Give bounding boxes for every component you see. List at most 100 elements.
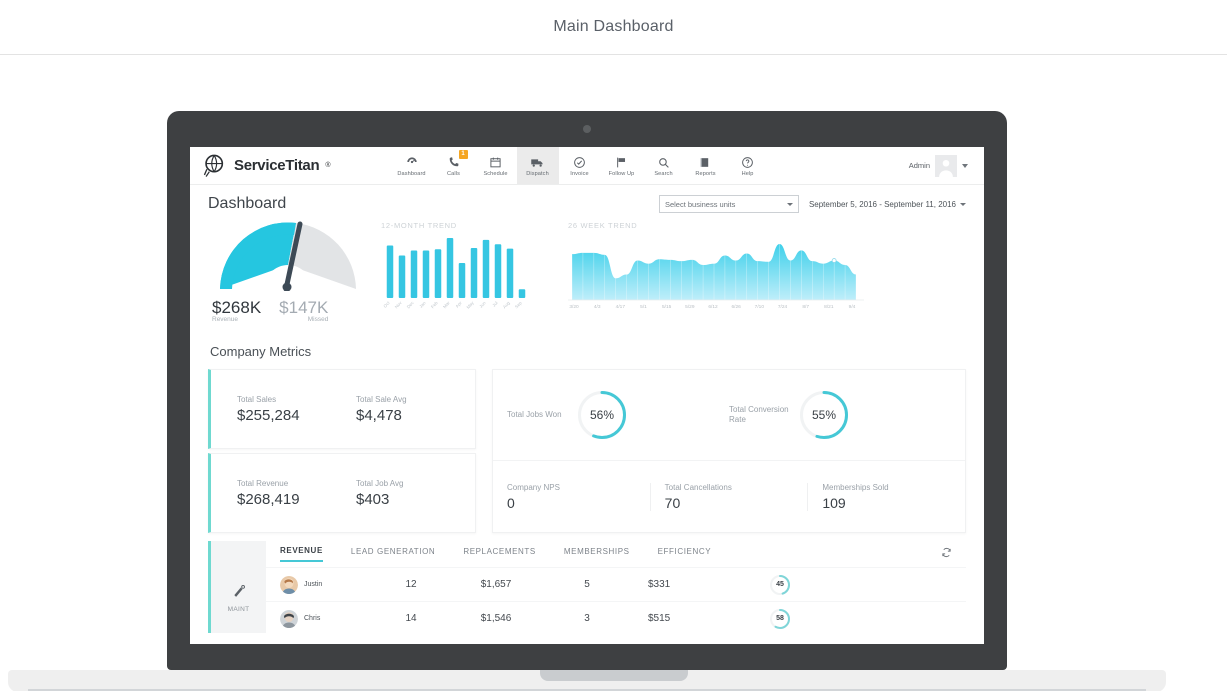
nav-item-reports[interactable]: Reports	[685, 147, 727, 184]
metric-memberships-sold: Memberships Sold 109	[807, 482, 965, 511]
row-memberships: $515	[648, 613, 671, 624]
tab-revenue[interactable]: REVENUE	[280, 546, 323, 562]
table-row[interactable]: Chris 14 $1,546 3 $515 58	[266, 601, 966, 635]
nav-item-dispatch[interactable]: Dispatch	[516, 147, 559, 184]
metric-label: Total Revenue	[237, 478, 289, 488]
svg-text:Jan: Jan	[418, 300, 427, 309]
metric-total-sales: Total Sales $255,284	[237, 395, 356, 424]
nav-label: Help	[741, 170, 754, 177]
tab-lead-generation[interactable]: LEAD GENERATION	[351, 547, 435, 561]
calls-badge: 1	[458, 150, 468, 159]
metric-total-revenue: Total Revenue $268,419	[237, 479, 356, 508]
nav-item-invoice[interactable]: Invoice	[559, 147, 601, 184]
user-name: Admin	[908, 161, 930, 170]
user-menu[interactable]: Admin	[908, 154, 972, 177]
donut-value: 56%	[589, 408, 615, 422]
row-replacements: 5	[584, 579, 590, 590]
metric-value: $4,478	[356, 406, 402, 424]
nav-label: Search	[654, 170, 673, 177]
svg-text:Sep: Sep	[514, 300, 523, 310]
tab-replacements[interactable]: REPLACEMENTS	[463, 547, 536, 561]
book-icon	[699, 155, 712, 170]
svg-text:Apr: Apr	[454, 300, 463, 309]
metric-label: Total Sales	[237, 394, 277, 404]
svg-text:8/7: 8/7	[802, 304, 809, 310]
row-user: Justin	[280, 575, 372, 594]
svg-text:Jul: Jul	[491, 300, 498, 308]
performance-tabs: REVENUE LEAD GENERATION REPLACEMENTS MEM…	[266, 541, 966, 567]
donut-row: Total Jobs Won 56% Total Conversion Rate	[493, 370, 965, 460]
date-range-value: September 5, 2016 - September 11, 2016	[808, 199, 956, 209]
maintenance-side-label: MAINT	[227, 605, 250, 613]
user-avatar-icon	[935, 154, 957, 177]
window-title: Main Dashboard	[553, 18, 674, 35]
efficiency-value: 58	[776, 615, 784, 622]
laptop-screen: ServiceTitan ® Dashboard 1 Calls Schedul…	[190, 147, 984, 644]
revenue-gauge-chart	[220, 221, 356, 313]
svg-text:Nov: Nov	[394, 300, 403, 310]
svg-text:3/20: 3/20	[569, 304, 579, 310]
nav-item-calls[interactable]: 1 Calls	[433, 147, 475, 184]
company-metrics-row: Total Sales $255,284 Total Sale Avg $4,4…	[208, 369, 966, 533]
metric-value: $268,419	[237, 490, 300, 508]
nav-item-dashboard[interactable]: Dashboard	[391, 147, 433, 184]
app-navbar: ServiceTitan ® Dashboard 1 Calls Schedul…	[190, 147, 984, 185]
calendar-icon	[489, 155, 502, 170]
laptop-lid: ServiceTitan ® Dashboard 1 Calls Schedul…	[167, 111, 1007, 670]
date-range-picker[interactable]: September 5, 2016 - September 11, 2016	[809, 200, 966, 209]
metric-total-jobs-won: Total Jobs Won 56%	[507, 390, 729, 440]
performance-table-main: REVENUE LEAD GENERATION REPLACEMENTS MEM…	[266, 541, 966, 635]
conversion-rate-donut-chart: 55%	[799, 390, 849, 440]
svg-text:5/15: 5/15	[662, 304, 672, 310]
metric-value: $255,284	[237, 406, 300, 424]
brand-logo-area[interactable]: ServiceTitan ®	[202, 153, 331, 179]
twenty-six-week-trend-chart: 3/20 4/3 4/17 5/1 5/15 5/29 6/12 6/26 7/10 7/24 8/…	[568, 244, 864, 310]
metric-company-nps: Company NPS 0	[493, 483, 650, 511]
table-row[interactable]: Justin 12 $1,657 5 $331 45	[266, 567, 966, 601]
gauge-secondary-value: $147K	[279, 298, 329, 317]
metric-card-sales: Total Sales $255,284 Total Sale Avg $4,4…	[208, 369, 476, 449]
business-unit-select[interactable]: Select business units	[658, 195, 799, 213]
nav-item-help[interactable]: Help	[727, 147, 769, 184]
nav-item-follow-up[interactable]: Follow Up	[601, 147, 643, 184]
svg-text:5/29: 5/29	[685, 304, 695, 310]
twelve-month-trend-widget: 12-MONTH TREND Oct Nov Dec Jan Feb Mar Apr May J…	[381, 221, 546, 326]
metric-label: Memberships Sold	[822, 482, 889, 492]
revenue-gauge-widget: $268K Revenue $147K Missed	[208, 221, 373, 326]
svg-text:Oct: Oct	[382, 300, 391, 309]
nav-item-schedule[interactable]: Schedule	[475, 147, 517, 184]
search-icon	[657, 155, 670, 170]
nav-label: Calls	[447, 170, 460, 177]
svg-text:7/10: 7/10	[755, 304, 765, 310]
tab-efficiency[interactable]: EFFICIENCY	[658, 547, 712, 561]
refresh-icon[interactable]	[941, 545, 966, 563]
page-title: Dashboard	[208, 195, 287, 212]
nav-label: Dashboard	[397, 170, 426, 177]
row-replacements: 3	[584, 613, 590, 624]
jobs-won-donut-chart: 56%	[577, 390, 627, 440]
chevron-down-icon[interactable]	[962, 163, 968, 168]
tab-memberships[interactable]: MEMBERSHIPS	[564, 547, 630, 561]
svg-text:Dec: Dec	[406, 300, 415, 310]
svg-text:Jun: Jun	[478, 300, 487, 309]
chevron-down-icon	[960, 202, 966, 206]
metric-label: Total Sale Avg	[356, 394, 407, 404]
wrench-tools-icon	[232, 584, 246, 603]
svg-text:Aug: Aug	[502, 300, 511, 310]
nav-label: Dispatch	[526, 170, 549, 177]
svg-text:Feb: Feb	[430, 300, 439, 309]
efficiency-value: 45	[776, 581, 784, 588]
metric-value: 70	[664, 494, 681, 511]
laptop-camera-icon	[583, 125, 591, 133]
nav-label: Follow Up	[608, 170, 635, 177]
nav-item-search[interactable]: Search	[643, 147, 685, 184]
dashboard-body: Dashboard Select business units Septembe…	[190, 185, 984, 644]
user-photo-icon	[280, 575, 298, 594]
metric-label: Total Job Avg	[356, 478, 404, 488]
svg-text:7/24: 7/24	[778, 304, 788, 310]
dashboard-icon	[405, 155, 419, 170]
user-photo-icon	[280, 609, 298, 628]
maintenance-side-panel[interactable]: MAINT	[208, 541, 266, 633]
row-revenue-amount: $1,546	[480, 613, 512, 624]
metric-total-job-avg: Total Job Avg $403	[356, 479, 475, 508]
